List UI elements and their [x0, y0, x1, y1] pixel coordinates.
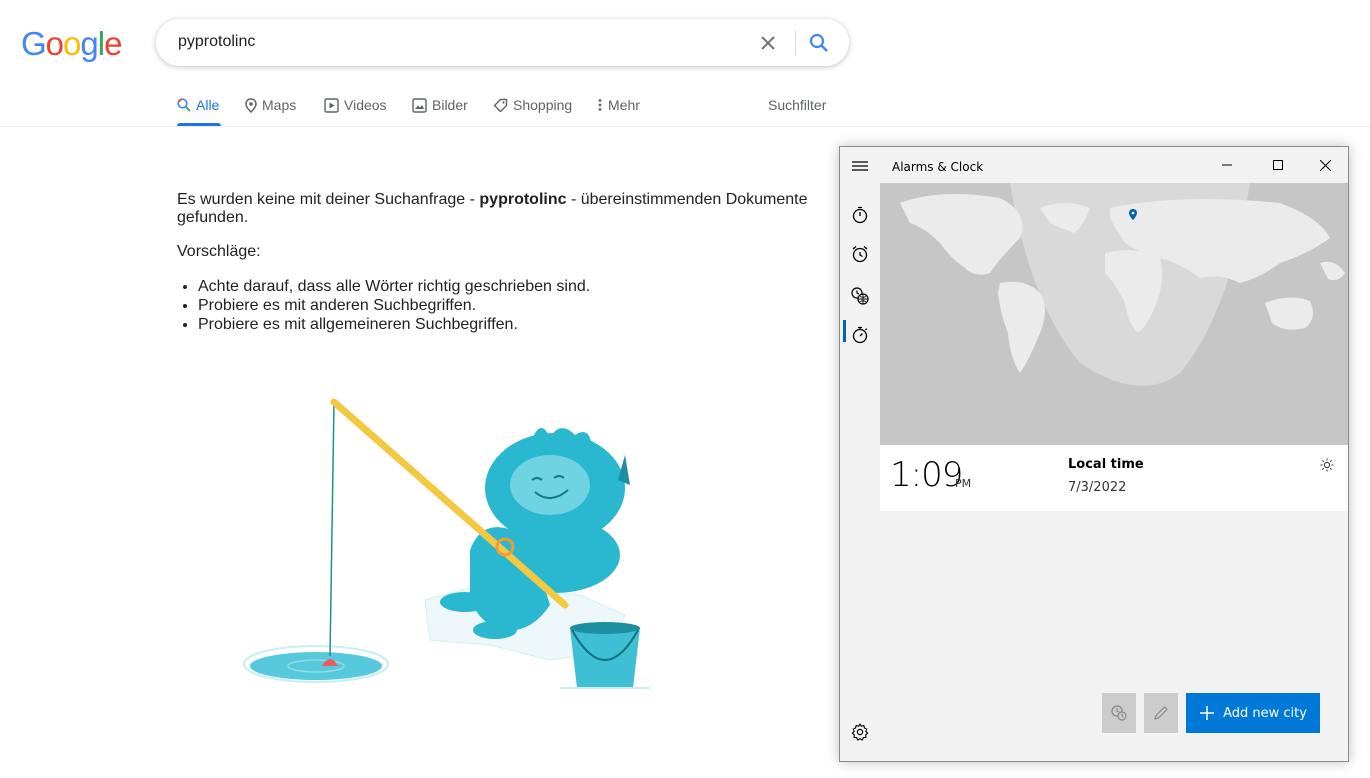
- hamburger-menu-icon[interactable]: [852, 159, 868, 173]
- maximize-icon: [1273, 160, 1283, 170]
- logo-letter: e: [104, 25, 122, 62]
- logo-letter: G: [21, 25, 47, 62]
- tab-label: Shopping: [513, 97, 573, 113]
- tab-label: Suchfilter: [768, 97, 827, 113]
- map-pin-icon: [245, 97, 257, 113]
- title-bar[interactable]: Alarms & Clock: [840, 147, 1348, 183]
- settings-icon[interactable]: [850, 722, 870, 742]
- app-navigation: [840, 183, 880, 761]
- pencil-icon: [1154, 706, 1168, 720]
- local-time-ampm: PM: [955, 477, 972, 490]
- more-vert-icon: [598, 99, 602, 111]
- local-time-card[interactable]: 1:09 PM Local time 7/3/2022: [880, 445, 1348, 511]
- tab-label: Maps: [262, 97, 297, 113]
- tab-shopping[interactable]: Shopping: [493, 96, 572, 114]
- fishing-yeti-illustration: [243, 398, 650, 689]
- logo-letter: g: [80, 25, 98, 62]
- search-tabs: Alle Maps Videos Bilder Shopping Mehr Su…: [0, 88, 1370, 127]
- minimize-icon: [1222, 164, 1232, 166]
- world-clock-icon[interactable]: [850, 286, 870, 306]
- tab-label: Alle: [196, 97, 220, 113]
- tab-label: Mehr: [608, 97, 640, 113]
- local-time-label: Local time: [1068, 457, 1144, 472]
- active-tab-indicator: [177, 123, 221, 126]
- suggestion-item: Achte darauf, dass alle Wörter richtig g…: [198, 277, 827, 296]
- suggestion-item: Probiere es mit anderen Suchbegriffen.: [198, 296, 827, 315]
- google-logo[interactable]: Google: [21, 25, 122, 62]
- window-title: Alarms & Clock: [892, 160, 984, 174]
- no-results-prefix: Es wurden keine mit deiner Suchanfrage -: [177, 191, 480, 208]
- close-button[interactable]: [1302, 153, 1348, 177]
- tab-bilder[interactable]: Bilder: [412, 96, 468, 114]
- suggestion-item: Probiere es mit allgemeineren Suchbegrif…: [198, 315, 827, 334]
- image-icon: [412, 97, 427, 113]
- tab-label: Videos: [344, 97, 387, 113]
- tab-mehr[interactable]: Mehr: [597, 96, 640, 114]
- clear-search-button[interactable]: [756, 31, 780, 55]
- close-icon: [1319, 159, 1331, 171]
- search-icon: [177, 98, 191, 112]
- compare-button[interactable]: [1102, 693, 1136, 733]
- logo-letter: o: [45, 25, 64, 62]
- logo-letter: o: [63, 25, 81, 62]
- tag-icon: [493, 98, 508, 112]
- play-icon: [324, 97, 339, 113]
- search-icon: [809, 33, 828, 52]
- close-icon: [761, 36, 775, 50]
- plus-icon: [1200, 706, 1215, 720]
- search-input[interactable]: pyprotolinc: [178, 33, 255, 51]
- tab-maps[interactable]: Maps: [245, 96, 296, 114]
- timer-icon[interactable]: [850, 205, 870, 225]
- nav-active-indicator: [843, 320, 846, 342]
- tab-videos[interactable]: Videos: [324, 96, 387, 114]
- command-bar: Add new city: [880, 693, 1348, 733]
- suggestions-label: Vorschläge:: [177, 243, 261, 260]
- search-divider: [795, 30, 796, 56]
- no-results-message: Es wurden keine mit deiner Suchanfrage -…: [177, 191, 827, 334]
- suggestions-list: Achte darauf, dass alle Wörter richtig g…: [198, 277, 827, 334]
- add-new-city-button[interactable]: Add new city: [1186, 693, 1320, 733]
- tab-alle[interactable]: Alle: [177, 96, 219, 114]
- sun-icon: [1320, 458, 1334, 472]
- edit-button[interactable]: [1144, 693, 1178, 733]
- world-map[interactable]: [880, 183, 1349, 445]
- no-results-query: pyprotolinc: [479, 191, 567, 208]
- alarm-icon[interactable]: [850, 244, 870, 264]
- alarms-clock-window: Alarms & Clock 1:09 PM Local time 7/3/20…: [839, 146, 1349, 762]
- add-new-city-label: Add new city: [1223, 705, 1307, 721]
- stopwatch-icon[interactable]: [850, 325, 870, 345]
- minimize-button[interactable]: [1204, 153, 1250, 177]
- search-box[interactable]: pyprotolinc: [156, 19, 849, 66]
- local-time-value: 1:09: [890, 455, 963, 495]
- no-results-text: Es wurden keine mit deiner Suchanfrage -…: [177, 191, 827, 227]
- local-time-date: 7/3/2022: [1068, 480, 1127, 495]
- tab-suchfilter[interactable]: Suchfilter: [768, 96, 826, 114]
- tab-label: Bilder: [432, 97, 468, 113]
- maximize-button[interactable]: [1255, 153, 1301, 177]
- search-button[interactable]: [806, 31, 832, 55]
- compare-clock-icon: [1111, 705, 1127, 721]
